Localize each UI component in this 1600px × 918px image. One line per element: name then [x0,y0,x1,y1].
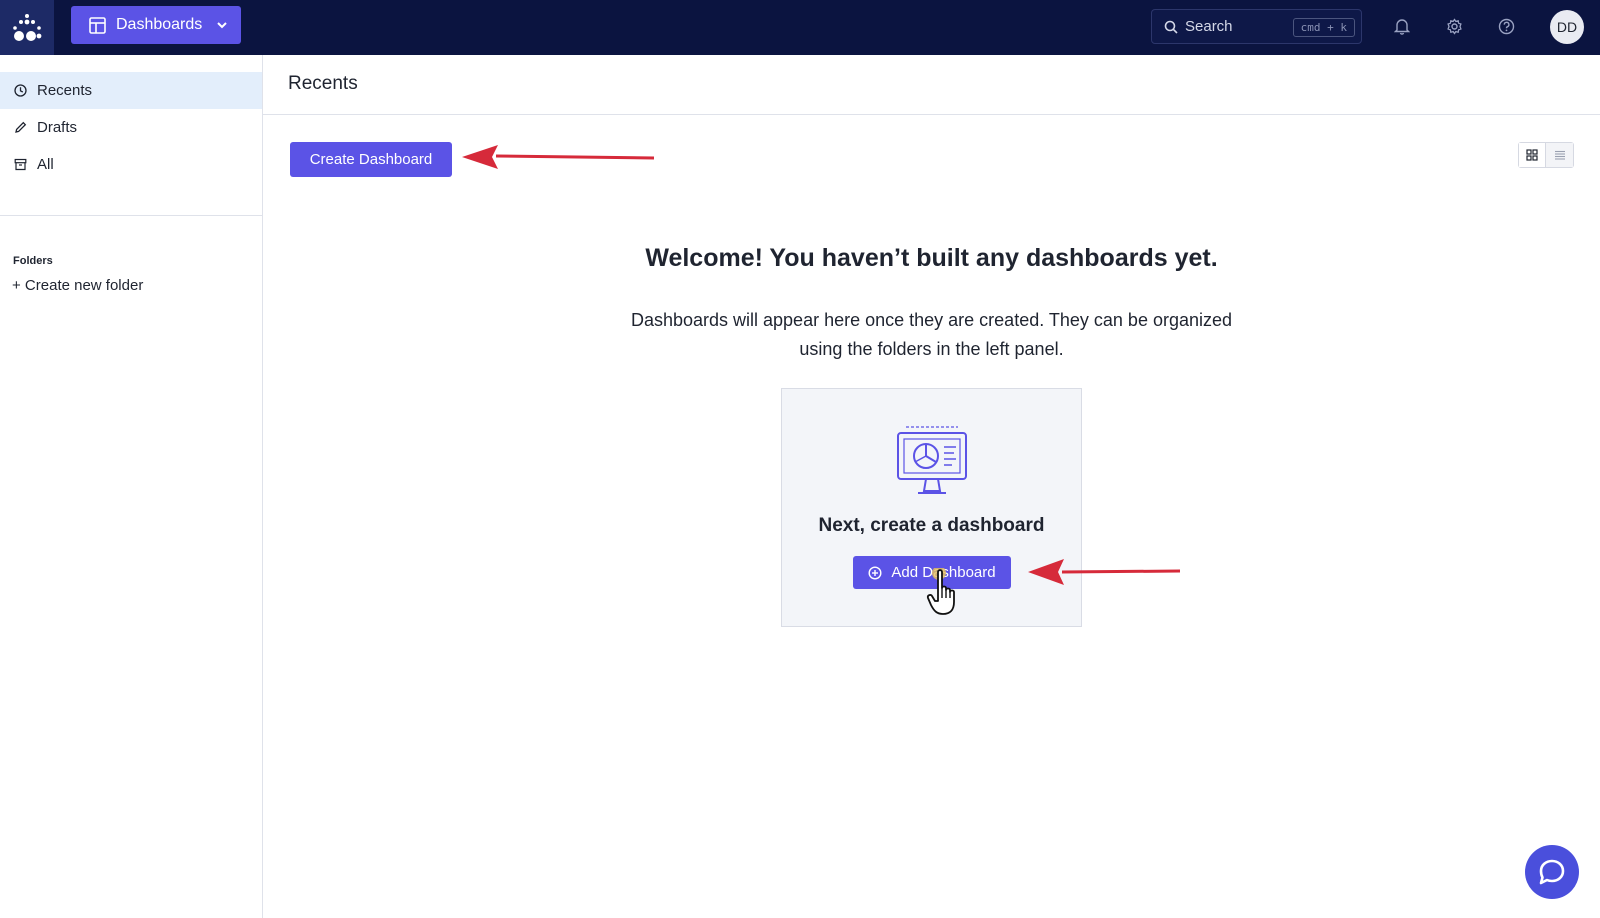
clock-icon [14,84,27,97]
sidebar-item-label: All [37,156,54,173]
search-placeholder: Search [1185,18,1233,35]
dashboards-nav-button[interactable]: Dashboards [71,6,241,44]
sidebar-item-all[interactable]: All [0,146,262,183]
sidebar-item-drafts[interactable]: Drafts [0,109,262,146]
card-title: Next, create a dashboard [818,515,1045,536]
bell-icon[interactable] [1392,16,1412,36]
gear-icon[interactable] [1444,16,1464,36]
search-input[interactable]: Search cmd + k [1151,9,1362,44]
annotation-arrow [1028,559,1181,585]
archive-icon [14,158,27,171]
annotation-arrow [462,145,655,169]
dashboard-icon [89,16,106,34]
page-title: Recents [288,73,358,94]
grid-view-icon[interactable] [1519,143,1547,167]
dashboards-nav-label: Dashboards [116,16,203,33]
create-new-folder-link[interactable]: + Create new folder [12,277,143,294]
app-logo[interactable] [0,0,54,55]
welcome-description-line: Dashboards will appear here once they ar… [630,310,1233,330]
sidebar-item-recents[interactable]: Recents [0,72,262,109]
plus-circle-icon [868,565,882,580]
top-bar: Dashboards Search cmd + k DD [0,0,1600,55]
chat-bubble-icon [1539,859,1565,885]
sidebar-item-label: Recents [37,82,93,99]
chevron-down-icon [217,22,227,29]
welcome-description: Dashboards will appear here once they ar… [0,306,1600,364]
view-mode-toggle [1518,142,1574,168]
chat-support-button[interactable] [1525,845,1579,899]
search-shortcut-badge: cmd + k [1292,18,1355,37]
pencil-icon [15,121,27,133]
sidebar-divider [0,215,262,216]
welcome-description-line: using the folders in the left panel. [799,339,1064,359]
search-icon [1164,20,1178,34]
sidebar: Recents Drafts All Folders + Create new … [0,55,263,918]
sidebar-item-label: Drafts [37,119,78,136]
help-icon[interactable] [1496,16,1516,36]
list-view-icon[interactable] [1546,143,1573,167]
main-header: Recents [263,55,1600,115]
hand-cursor-icon [926,568,955,615]
avatar[interactable]: DD [1550,10,1584,44]
monitor-chart-icon [897,426,967,494]
welcome-heading: Welcome! You haven’t built any dashboard… [645,244,1218,272]
create-dashboard-button[interactable]: Create Dashboard [290,142,452,177]
